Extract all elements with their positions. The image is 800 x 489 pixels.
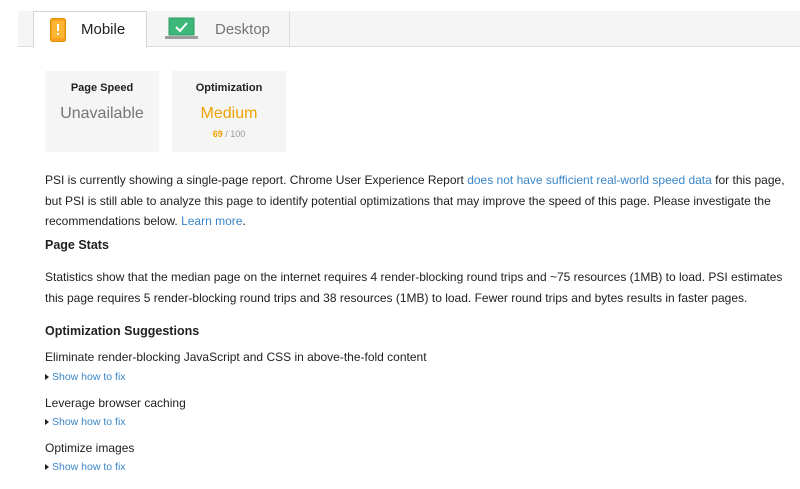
suggestion-title: Leverage browser caching (45, 396, 186, 410)
page-stats-heading: Page Stats (45, 238, 109, 252)
show-how-to-fix-label: Show how to fix (52, 461, 126, 473)
insufficient-data-link[interactable]: does not have sufficient real-world spee… (467, 173, 712, 187)
optimization-suggestions-heading: Optimization Suggestions (45, 324, 200, 338)
device-tab-bar: Mobile Desktop (0, 0, 800, 48)
show-how-to-fix-label: Show how to fix (52, 416, 126, 428)
optimization-score: 69 / 100 (172, 129, 286, 139)
laptop-check-icon (165, 17, 198, 41)
optimization-card: Optimization Medium 69 / 100 (172, 71, 286, 152)
intro-text-after: . (242, 214, 246, 228)
show-how-to-fix-link[interactable]: Show how to fix (45, 416, 126, 428)
tab-mobile[interactable]: Mobile (33, 11, 147, 48)
suggestion-title: Eliminate render-blocking JavaScript and… (45, 350, 427, 364)
page-speed-value: Unavailable (60, 105, 144, 122)
show-how-to-fix-link[interactable]: Show how to fix (45, 461, 126, 473)
optimization-score-max: 100 (230, 129, 246, 139)
page-stats-text: Statistics show that the median page on … (45, 270, 783, 305)
show-how-to-fix-label: Show how to fix (52, 371, 126, 383)
tab-desktop-label: Desktop (215, 20, 271, 38)
optimization-score-value: 69 (212, 129, 223, 139)
page-speed-card: Page Speed Unavailable (45, 71, 159, 152)
phone-warning-icon (50, 17, 66, 42)
expand-triangle-icon (45, 419, 49, 425)
page-speed-title: Page Speed (70, 82, 134, 94)
suggestion-title: Optimize images (45, 441, 135, 455)
intro-paragraph: PSI is currently showing a single-page r… (45, 170, 790, 232)
learn-more-link[interactable]: Learn more (181, 214, 242, 228)
optimization-value: Medium (200, 105, 258, 122)
show-how-to-fix-link[interactable]: Show how to fix (45, 371, 126, 383)
intro-text-before: PSI is currently showing a single-page r… (45, 173, 468, 187)
tab-desktop[interactable]: Desktop (148, 11, 290, 47)
expand-triangle-icon (45, 374, 49, 380)
tab-mobile-label: Mobile (81, 21, 126, 38)
expand-triangle-icon (45, 464, 49, 470)
optimization-title: Optimization (195, 82, 263, 94)
